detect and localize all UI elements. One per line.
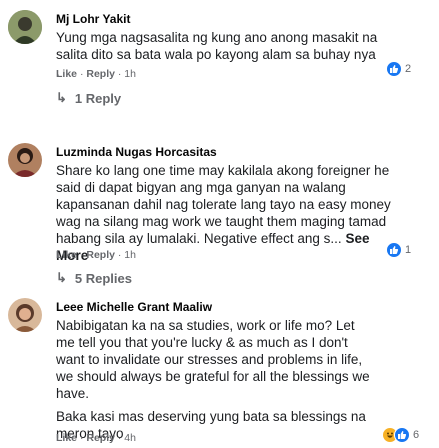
reply-arrow-icon: ↳ bbox=[56, 90, 67, 105]
like-button[interactable]: Like bbox=[56, 432, 77, 444]
reaction-count: 2 bbox=[405, 63, 412, 75]
comment: Luzminda Nugas Horcasitas Share ko lang … bbox=[0, 135, 439, 290]
comment-meta: Like · Reply · 1h bbox=[56, 249, 136, 261]
comment-time[interactable]: 1h bbox=[124, 249, 136, 261]
comment-author[interactable]: Luzminda Nugas Horcasitas bbox=[56, 145, 386, 159]
reactions-summary[interactable]: 2 bbox=[386, 61, 411, 77]
comment-author[interactable]: Mj Lohr Yakit bbox=[56, 12, 386, 26]
comment-body: Luzminda Nugas Horcasitas Share ko lang … bbox=[56, 145, 391, 264]
reactions-summary[interactable]: 6 bbox=[382, 427, 419, 443]
reply-button[interactable]: Reply bbox=[86, 249, 115, 261]
comment: Mj Lohr Yakit Yung mga nagsasalita ng ku… bbox=[0, 0, 439, 90]
avatar-image bbox=[8, 143, 42, 177]
like-reaction-icon bbox=[386, 242, 402, 258]
avatar[interactable] bbox=[8, 10, 42, 44]
comment-paragraph: Nabibigatan ka na sa studies, work or li… bbox=[56, 318, 370, 401]
comment-text-content: Share ko lang one time may kakilala akon… bbox=[56, 163, 391, 246]
comment-time[interactable]: 4h bbox=[124, 432, 136, 444]
comment-author[interactable]: Leee Michelle Grant Maaliw bbox=[56, 300, 386, 314]
like-reaction-icon bbox=[394, 427, 410, 443]
reaction-count: 6 bbox=[413, 429, 420, 441]
reply-arrow-icon: ↳ bbox=[56, 270, 67, 285]
like-button[interactable]: Like bbox=[56, 249, 77, 261]
avatar[interactable] bbox=[8, 298, 42, 332]
avatar[interactable] bbox=[8, 143, 42, 177]
comment-meta: Like · Reply · 1h bbox=[56, 68, 136, 80]
comment-time[interactable]: 1h bbox=[124, 68, 136, 80]
replies-label: 1 Reply bbox=[74, 90, 122, 106]
comment-body: Leee Michelle Grant Maaliw Nabibigatan k… bbox=[56, 300, 386, 448]
view-replies-link[interactable]: ↳ 1 Reply bbox=[56, 90, 121, 106]
reaction-count: 1 bbox=[405, 244, 412, 256]
like-button[interactable]: Like bbox=[56, 68, 77, 80]
like-reaction-icon bbox=[386, 61, 402, 77]
replies-label: 5 Replies bbox=[74, 270, 132, 286]
reply-button[interactable]: Reply bbox=[86, 432, 115, 444]
comment: Leee Michelle Grant Maaliw Nabibigatan k… bbox=[0, 290, 439, 448]
avatar-image bbox=[8, 298, 42, 332]
view-replies-link[interactable]: ↳ 5 Replies bbox=[56, 270, 132, 286]
comment-text: Nabibigatan ka na sa studies, work or li… bbox=[56, 317, 376, 442]
comment-meta: Like · Reply · 4h bbox=[56, 432, 136, 444]
reactions-summary[interactable]: 1 bbox=[386, 242, 411, 258]
reply-button[interactable]: Reply bbox=[86, 68, 115, 80]
avatar-image bbox=[8, 10, 42, 44]
